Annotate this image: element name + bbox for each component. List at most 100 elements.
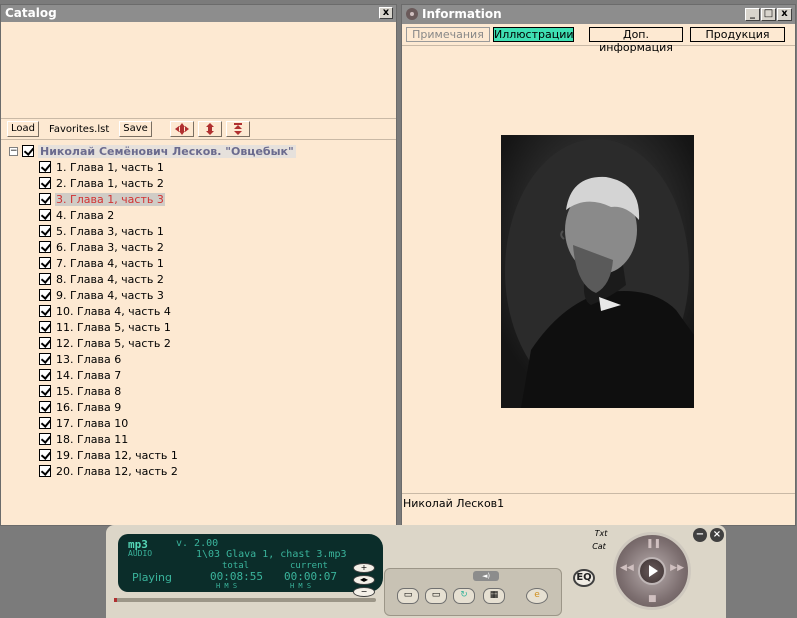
save-button[interactable]: Save [119, 121, 152, 137]
volume-up-button[interactable]: + [353, 563, 375, 573]
transport-wheel[interactable]: ❚❚ ◀◀ ▶▶ ■ [613, 532, 691, 610]
rewind-icon[interactable]: ◀◀ [620, 563, 634, 573]
close-player-button[interactable]: × [710, 528, 724, 542]
play-button[interactable] [638, 557, 666, 585]
minimize-player-button[interactable]: − [693, 528, 707, 542]
balance-button[interactable]: ◂▸ [353, 575, 375, 585]
track-label: 3. Глава 1, часть 3 [55, 192, 165, 206]
checkbox[interactable] [39, 433, 51, 445]
checkbox[interactable] [39, 177, 51, 189]
track-item[interactable]: 17. Глава 10 [9, 415, 396, 431]
playlist-filename: Favorites.lst [49, 123, 110, 135]
checkbox[interactable] [39, 209, 51, 221]
stop-icon[interactable]: ■ [648, 594, 657, 604]
tab-additional-info[interactable]: Доп. информация [589, 27, 683, 54]
browser-button[interactable]: e [526, 588, 548, 604]
seek-bar[interactable] [114, 598, 376, 602]
book-title[interactable]: Николай Семёнович Лесков. "Овцебык" [38, 144, 296, 158]
checkbox[interactable] [39, 417, 51, 429]
track-item[interactable]: 7. Глава 4, часть 1 [9, 255, 396, 271]
four-arrow-icon [174, 123, 189, 135]
track-item[interactable]: 6. Глава 3, часть 2 [9, 239, 396, 255]
track-item[interactable]: 10. Глава 4, часть 4 [9, 303, 396, 319]
information-window: Information _ □ x Примечания Иллюстрации… [401, 4, 796, 526]
maximize-button[interactable]: □ [761, 8, 776, 21]
checkbox[interactable] [39, 257, 51, 269]
track-item[interactable]: 2. Глава 1, часть 2 [9, 175, 396, 191]
track-item[interactable]: 14. Глава 7 [9, 367, 396, 383]
track-label: 1. Глава 1, часть 1 [56, 160, 164, 174]
mute-icon[interactable]: ◄) [473, 571, 499, 581]
track-item[interactable]: 9. Глава 4, часть 3 [9, 287, 396, 303]
track-item[interactable]: 4. Глава 2 [9, 207, 396, 223]
prev-button[interactable]: ▭ [397, 588, 419, 604]
track-item[interactable]: 11. Глава 5, часть 1 [9, 319, 396, 335]
track-item[interactable]: 15. Глава 8 [9, 383, 396, 399]
next-button[interactable]: ▭ [425, 588, 447, 604]
track-label: 17. Глава 10 [56, 416, 129, 430]
info-titlebar[interactable]: Information _ □ x [402, 5, 795, 24]
track-label: 20. Глава 12, часть 2 [56, 464, 178, 478]
catalog-preview-area [1, 22, 396, 118]
track-item[interactable]: 8. Глава 4, часть 2 [9, 271, 396, 287]
checkbox[interactable] [39, 369, 51, 381]
move-bottom-button[interactable] [225, 121, 250, 137]
checkbox[interactable] [39, 385, 51, 397]
track-item[interactable]: 12. Глава 5, часть 2 [9, 335, 396, 351]
eq-button[interactable]: EQ [573, 569, 595, 587]
move-up-down-button[interactable] [197, 121, 222, 137]
checkbox[interactable] [39, 241, 51, 253]
track-name: 1\03 Glava 1, chast 3.mp3 [196, 549, 347, 560]
status-text: Playing [132, 571, 172, 584]
seek-handle[interactable] [114, 598, 117, 602]
checkbox[interactable] [39, 161, 51, 173]
track-label: 19. Глава 12, часть 1 [56, 448, 178, 462]
forward-icon[interactable]: ▶▶ [670, 563, 684, 573]
checkbox[interactable] [39, 289, 51, 301]
checkbox[interactable] [39, 305, 51, 317]
playlist-tree: − Николай Семёнович Лесков. "Овцебык" 1.… [1, 140, 396, 479]
checkbox[interactable] [39, 465, 51, 477]
current-hms: H M S [290, 582, 312, 590]
track-list: 1. Глава 1, часть 1 2. Глава 1, часть 2 3.… [9, 159, 396, 479]
checkbox[interactable] [39, 449, 51, 461]
checkbox[interactable] [39, 321, 51, 333]
window-controls: _ □ x [745, 8, 792, 21]
checkbox[interactable] [39, 353, 51, 365]
track-item[interactable]: 19. Глава 12, часть 1 [9, 447, 396, 463]
track-item[interactable]: 18. Глава 11 [9, 431, 396, 447]
collapse-icon[interactable]: − [9, 146, 18, 156]
track-item[interactable]: 13. Глава 6 [9, 351, 396, 367]
track-item[interactable]: 1. Глава 1, часть 1 [9, 159, 396, 175]
checkbox[interactable] [39, 193, 51, 205]
checkbox[interactable] [39, 401, 51, 413]
checkbox[interactable] [39, 273, 51, 285]
catalog-titlebar[interactable]: Catalog x [1, 5, 396, 22]
cat-button[interactable]: Cat [588, 542, 610, 552]
track-item[interactable]: 5. Глава 3, часть 1 [9, 223, 396, 239]
repeat-button[interactable]: ↻ [453, 588, 475, 604]
pause-icon[interactable]: ❚❚ [646, 539, 661, 549]
info-tabs: Примечания Иллюстрации Доп. информация П… [402, 24, 795, 54]
minimize-button[interactable]: _ [745, 8, 760, 21]
checkbox[interactable] [39, 337, 51, 349]
mp3-player: mp3 AUDIO v. 2.00 1\03 Glava 1, chast 3.… [106, 525, 726, 618]
track-item[interactable]: 16. Глава 9 [9, 399, 396, 415]
checkbox[interactable] [39, 225, 51, 237]
track-item[interactable]: 20. Глава 12, часть 2 [9, 463, 396, 479]
volume-down-button[interactable]: − [353, 587, 375, 597]
track-label: 10. Глава 4, часть 4 [56, 304, 171, 318]
playlist-button[interactable]: ▦ [483, 588, 505, 604]
tab-products[interactable]: Продукция [690, 27, 785, 42]
move-item-button[interactable] [169, 121, 194, 137]
catalog-close-button[interactable]: x [379, 7, 393, 19]
track-item[interactable]: 3. Глава 1, часть 3 [9, 191, 396, 207]
checkbox[interactable] [22, 145, 34, 157]
player-display: mp3 AUDIO v. 2.00 1\03 Glava 1, chast 3.… [118, 534, 383, 592]
tree-root[interactable]: − Николай Семёнович Лесков. "Овцебык" [9, 143, 396, 159]
close-button[interactable]: x [777, 8, 792, 21]
txt-button[interactable]: Txt [590, 529, 612, 539]
load-button[interactable]: Load [7, 121, 39, 137]
tab-notes[interactable]: Примечания [406, 27, 490, 42]
tab-illustrations[interactable]: Иллюстрации [493, 27, 574, 42]
